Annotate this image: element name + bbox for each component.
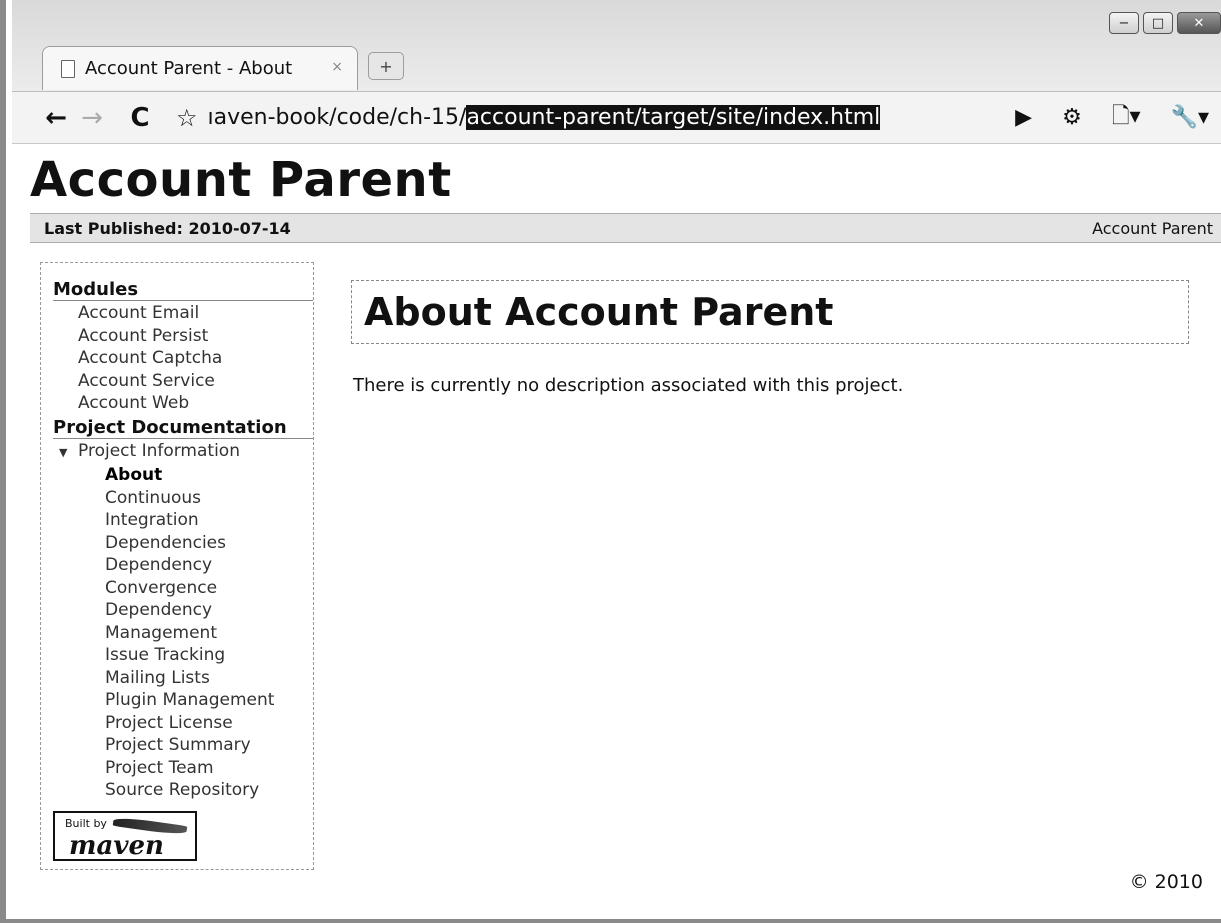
sidebar-item-integration[interactable]: Integration [53,509,313,532]
built-by-maven-logo[interactable]: Built by maven [53,811,197,861]
url-selected: account-parent/target/site/index.html [466,105,881,130]
toolbar-right: ▶ ⚙ 🗋▾ 🔧▾ [1015,99,1209,137]
breadcrumb-right[interactable]: Account Parent [1092,219,1213,238]
sidebar-item-plugin-management[interactable]: Plugin Management [53,689,313,712]
extension-icon[interactable]: ⚙ [1062,105,1082,130]
sidebar-item-about: About [105,465,163,485]
left-navigation: Modules Account Email Account Persist Ac… [40,262,314,870]
sidebar-item-dependency[interactable]: Dependency [53,554,313,577]
modules-heading: Modules [53,279,313,301]
window-controls: − □ ✕ [1109,12,1221,34]
browser-toolbar: ← → C ☆ ıaven-book/code/ch-15/account-pa… [12,92,1221,144]
close-button[interactable]: ✕ [1177,12,1221,34]
sidebar-item-dependencies[interactable]: Dependencies [53,532,313,555]
breadcrumb-bar: Last Published: 2010-07-14 Account Paren… [30,213,1221,243]
wrench-menu-icon[interactable]: 🔧▾ [1171,105,1209,130]
last-published: Last Published: 2010-07-14 [44,218,291,238]
minimize-button[interactable]: − [1109,12,1139,34]
sidebar-item-continuous[interactable]: Continuous [53,487,313,510]
sidebar-item-mailing-lists[interactable]: Mailing Lists [53,667,313,690]
tab-account-parent[interactable]: Account Parent - About × [42,46,358,90]
copyright: © 2010 [1129,871,1203,893]
page-title: Account Parent [30,152,452,208]
maximize-button[interactable]: □ [1143,12,1173,34]
tab-title: Account Parent - About [85,58,293,79]
sidebar-item-issue-tracking[interactable]: Issue Tracking [53,644,313,667]
title-bar: − □ ✕ Account Parent - About × + [12,0,1221,92]
new-tab-button[interactable]: + [368,52,404,80]
sidebar-item-project-summary[interactable]: Project Summary [53,734,313,757]
sidebar-item-account-service[interactable]: Account Service [53,370,313,393]
sidebar-item-account-web[interactable]: Account Web [53,392,313,415]
sidebar-item-dependency-2[interactable]: Dependency [53,599,313,622]
built-by-label: Built by [65,817,107,830]
sidebar-item-project-license[interactable]: Project License [53,712,313,735]
browser-window: − □ ✕ Account Parent - About × + ← → C ☆… [0,0,1221,923]
expanded-triangle-icon: ▼ [59,445,68,459]
sidebar-item-account-captcha[interactable]: Account Captcha [53,347,313,370]
project-information-label: Project Information [78,440,240,461]
url-prefix: ıaven-book/code/ch-15/ [207,105,467,130]
project-description: There is currently no description associ… [353,375,904,396]
maven-label: maven [69,831,164,861]
content-title: About Account Parent [364,290,834,334]
sidebar-item-account-persist[interactable]: Account Persist [53,325,313,348]
content-title-box: About Account Parent [351,280,1189,344]
forward-button[interactable]: → [74,103,110,133]
tab-close-icon[interactable]: × [331,59,343,75]
bookmark-star-icon[interactable]: ☆ [176,104,198,132]
sidebar-item-project-team[interactable]: Project Team [53,757,313,780]
go-icon[interactable]: ▶ [1015,105,1032,130]
sidebar-item-project-information[interactable]: ▼ Project Information [53,440,313,465]
project-documentation-heading: Project Documentation [53,417,313,439]
sidebar-item-management[interactable]: Management [53,622,313,645]
page-icon [61,59,75,78]
back-button[interactable]: ← [38,103,74,133]
sidebar-item-account-email[interactable]: Account Email [53,302,313,325]
sidebar-item-convergence[interactable]: Convergence [53,577,313,600]
sidebar-item-source-repository[interactable]: Source Repository [53,779,313,802]
page-menu-icon[interactable]: 🗋▾ [1112,99,1141,137]
address-bar[interactable]: ıaven-book/code/ch-15/account-parent/tar… [208,105,928,130]
reload-button[interactable]: C [122,103,158,133]
